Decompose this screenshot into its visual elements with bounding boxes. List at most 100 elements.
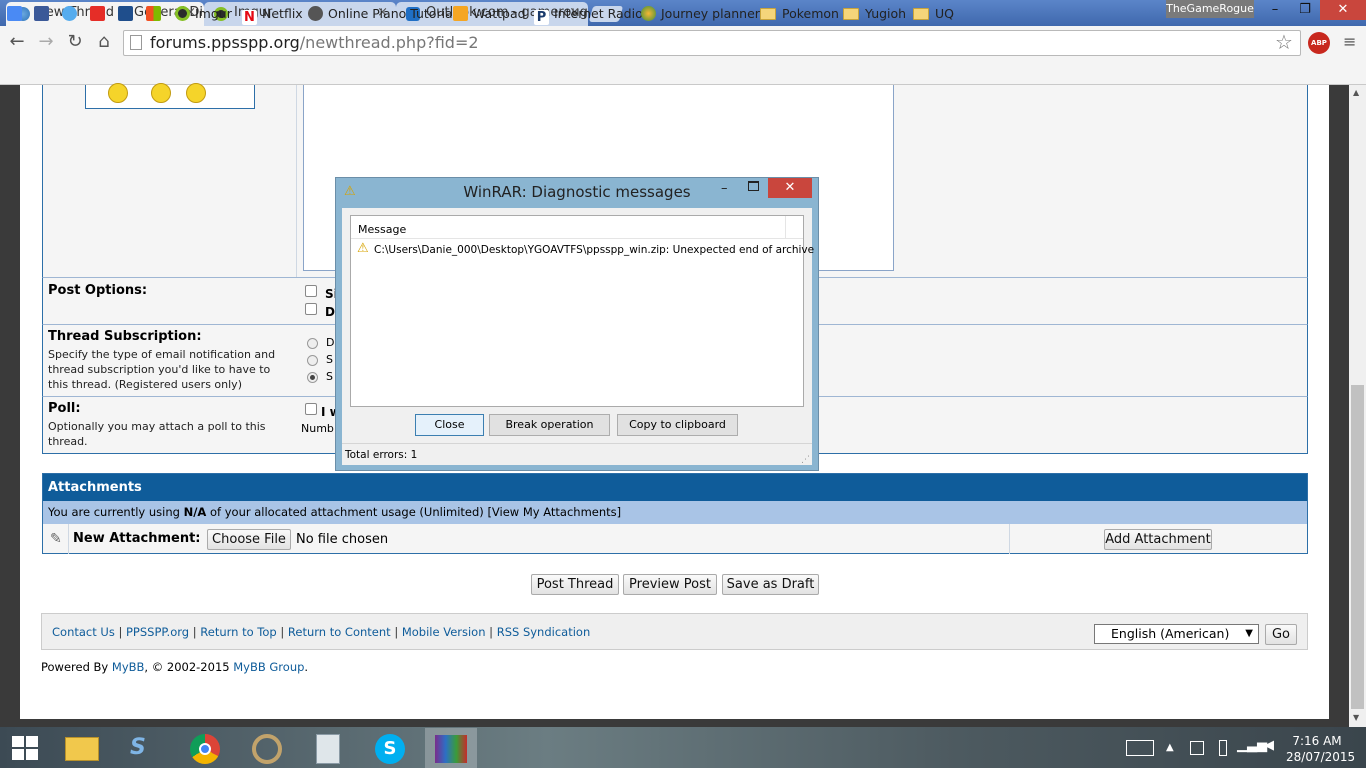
return-top-link[interactable]: Return to Top: [200, 625, 276, 639]
choose-file-button[interactable]: Choose File: [207, 529, 291, 550]
list-item[interactable]: C:\Users\Danie_000\Desktop\YGOAVTFS\ppss…: [374, 244, 814, 256]
scrollbar-thumb[interactable]: [1351, 385, 1364, 709]
adblock-icon[interactable]: ABP: [1308, 32, 1330, 54]
checkbox-signature[interactable]: [305, 285, 317, 300]
chevron-down-icon: ▼: [1245, 628, 1253, 639]
volume-icon[interactable]: ◀: [1264, 738, 1274, 753]
bookmarks-bar: [0, 58, 1366, 85]
dialog-maximize-button[interactable]: [748, 181, 759, 191]
separator: |: [280, 625, 285, 639]
back-icon[interactable]: ←: [5, 30, 29, 54]
divider: [1009, 524, 1010, 554]
window-close-button[interactable]: ✕: [1320, 0, 1366, 20]
restore-button[interactable]: ❐: [1290, 0, 1320, 20]
mobile-version-link[interactable]: Mobile Version: [402, 625, 486, 639]
file-explorer-icon[interactable]: [56, 728, 108, 768]
profile-badge[interactable]: TheGameRogue: [1166, 0, 1254, 18]
bookmark-radio[interactable]: P Internet Radio: [534, 5, 643, 25]
add-attachment-button[interactable]: Add Attachment: [1104, 529, 1212, 550]
subscription-label: Thread Subscription:: [48, 329, 202, 344]
url-text[interactable]: forums.ppsspp.org/newthread.php?fid=2: [150, 33, 479, 53]
smilie-icon[interactable]: [151, 83, 171, 103]
folder-icon: [913, 8, 929, 20]
folder-icon: [760, 8, 776, 20]
return-content-link[interactable]: Return to Content: [288, 625, 391, 639]
copy-clipboard-button[interactable]: Copy to clipboard: [617, 414, 738, 436]
rss-link[interactable]: RSS Syndication: [497, 625, 591, 639]
bookmark-label: Wattpad: [473, 6, 526, 21]
language-select[interactable]: English (American) ▼: [1094, 624, 1259, 644]
warning-icon: ⚠: [357, 241, 369, 256]
forward-icon[interactable]: →: [34, 30, 58, 54]
post-thread-button[interactable]: Post Thread: [531, 574, 619, 595]
clock[interactable]: 7:16 AM 28/07/2015: [1286, 733, 1356, 765]
app-s-icon[interactable]: S: [118, 728, 170, 768]
checkbox-disable-smilies[interactable]: [305, 303, 317, 318]
bookmark-label: UQ: [935, 6, 954, 21]
battery-icon[interactable]: [1219, 740, 1227, 756]
bookmark-piano[interactable]: Online Piano Tutorial: [308, 5, 456, 23]
close-button[interactable]: Close: [415, 414, 484, 436]
option-label: D: [325, 305, 335, 319]
break-operation-button[interactable]: Break operation: [489, 414, 610, 436]
smilie-icon[interactable]: [108, 83, 128, 103]
url-path: /newthread.php?fid=2: [299, 33, 479, 52]
attachment-usage: You are currently using N/A of your allo…: [43, 501, 1307, 524]
checkbox-poll[interactable]: [305, 403, 317, 418]
facebook-icon[interactable]: [34, 5, 54, 23]
winrar-taskbar-icon[interactable]: [425, 728, 477, 768]
radio-subscribe[interactable]: [307, 338, 318, 352]
bookmark-label: Netflix: [262, 6, 303, 21]
bookmark-wattpad[interactable]: Wattpad: [453, 5, 526, 23]
poll-desc: Optionally you may attach a poll to this…: [48, 420, 266, 448]
resize-grip-icon[interactable]: ⋰: [801, 455, 810, 465]
menu-icon[interactable]: ≡: [1343, 33, 1356, 51]
calculator-icon[interactable]: [302, 728, 354, 768]
bookmark-label: Pokemon: [782, 6, 839, 21]
folder-icon: [843, 8, 859, 20]
go-button[interactable]: Go: [1265, 624, 1297, 645]
reload-icon[interactable]: ↻: [63, 30, 87, 54]
bookmark-folder-pokemon[interactable]: Pokemon: [760, 5, 839, 23]
dialog-minimize-button[interactable]: –: [721, 181, 728, 196]
windows-icon[interactable]: [146, 5, 166, 23]
network-icon[interactable]: ▁▃▅: [1237, 738, 1267, 753]
keyboard-icon[interactable]: [1126, 740, 1154, 756]
new-attachment-label: New Attachment:: [73, 531, 201, 546]
preview-post-button[interactable]: Preview Post: [623, 574, 717, 595]
home-icon[interactable]: ⌂: [92, 30, 116, 54]
bookmark-label: Internet Radio: [554, 6, 643, 21]
ppsspp-link[interactable]: PPSSPP.org: [126, 625, 189, 639]
radio-subscribe[interactable]: [307, 355, 318, 369]
youtube-icon[interactable]: [90, 5, 110, 23]
twitter-icon[interactable]: [62, 5, 82, 23]
bookmark-folder-yugioh[interactable]: Yugioh: [843, 5, 906, 23]
bookmark-folder-uq[interactable]: UQ: [913, 5, 954, 23]
start-button[interactable]: [12, 736, 38, 760]
date: 28/07/2015: [1286, 750, 1356, 764]
action-center-icon[interactable]: [1190, 741, 1204, 755]
message-column-header[interactable]: Message: [358, 223, 406, 236]
app-ring-icon[interactable]: [241, 728, 293, 768]
dialog-title: WinRAR: Diagnostic messages: [463, 183, 691, 201]
app-icon[interactable]: [118, 5, 138, 23]
scroll-up-icon[interactable]: ▲: [1353, 88, 1359, 97]
separator: |: [192, 625, 197, 639]
bookmark-journey[interactable]: Journey planner: [641, 5, 760, 23]
contact-us-link[interactable]: Contact Us: [52, 625, 115, 639]
mybb-group-link[interactable]: MyBB Group: [233, 660, 304, 674]
save-draft-button[interactable]: Save as Draft: [722, 574, 819, 595]
dialog-close-button[interactable]: ✕: [768, 178, 812, 198]
mybb-link[interactable]: MyBB: [112, 660, 145, 674]
bookmark-imgur[interactable]: Imgur: [175, 5, 232, 23]
google-plus-icon[interactable]: [7, 5, 27, 23]
bookmark-netflix[interactable]: N Netflix: [242, 5, 303, 25]
minimize-button[interactable]: –: [1260, 0, 1290, 20]
scroll-down-icon[interactable]: ▼: [1353, 713, 1359, 722]
smilie-icon[interactable]: [186, 83, 206, 103]
skype-icon[interactable]: S: [364, 728, 416, 768]
chrome-icon[interactable]: [179, 728, 231, 768]
radio-subscribe[interactable]: [307, 372, 318, 386]
show-hidden-icons[interactable]: ▲: [1166, 742, 1174, 753]
star-icon[interactable]: ☆: [1275, 30, 1293, 54]
